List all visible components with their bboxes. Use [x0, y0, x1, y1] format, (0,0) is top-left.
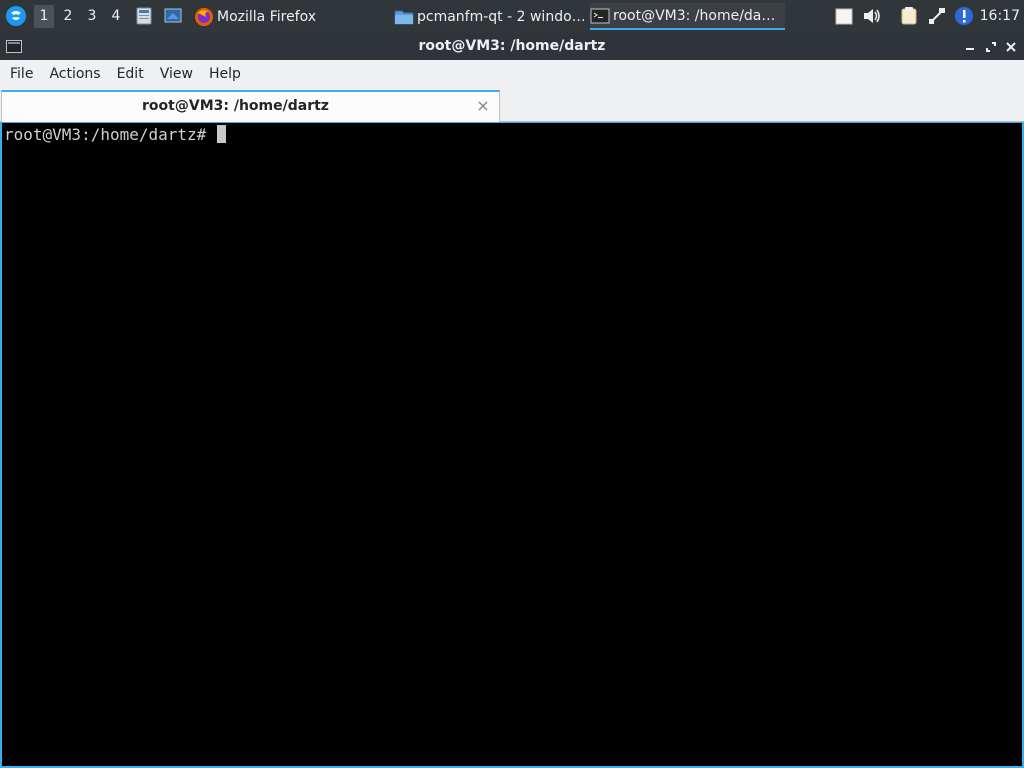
- minimize-icon[interactable]: [962, 39, 978, 55]
- close-icon[interactable]: [1003, 39, 1019, 55]
- desktop-1-button[interactable]: 1: [34, 5, 54, 28]
- task-pcmanfm[interactable]: pcmanfm-qt - 2 windo…: [394, 3, 586, 30]
- terminal-prompt: root@VM3:/home/dartz#: [4, 125, 216, 144]
- tab-label: root@VM3: /home/dartz: [142, 98, 329, 114]
- terminal-tab[interactable]: root@VM3: /home/dartz: [1, 90, 500, 122]
- menu-edit[interactable]: Edit: [109, 60, 152, 89]
- info-notification-icon[interactable]: [954, 6, 974, 26]
- desktop-4-button[interactable]: 4: [106, 5, 126, 28]
- terminal-icon: [590, 8, 610, 23]
- desktop-3-button[interactable]: 3: [82, 5, 102, 28]
- terminal-cursor: [216, 125, 226, 143]
- window-titlebar[interactable]: root@VM3: /home/dartz: [0, 33, 1024, 60]
- network-icon[interactable]: [927, 6, 947, 26]
- task-label: Mozilla Firefox: [217, 8, 317, 25]
- menu-help[interactable]: Help: [201, 60, 249, 89]
- file-manager-launcher-icon[interactable]: [135, 7, 153, 25]
- show-desktop-icon[interactable]: [164, 7, 182, 25]
- task-label: root@VM3: /home/da…: [613, 7, 776, 24]
- desktop-2-button[interactable]: 2: [58, 5, 78, 28]
- task-firefox[interactable]: Mozilla Firefox: [194, 3, 374, 30]
- folder-icon: [394, 10, 414, 24]
- terminal-area[interactable]: root@VM3:/home/dartz#: [0, 122, 1024, 768]
- tab-bar: root@VM3: /home/dartz: [0, 89, 1024, 122]
- maximize-icon[interactable]: [983, 39, 999, 55]
- menu-actions[interactable]: Actions: [41, 60, 108, 89]
- terminal-prompt-line: root@VM3:/home/dartz#: [4, 125, 226, 145]
- taskbar: 1 2 3 4 Mozilla Firefox pcmanfm-qt - 2 w…: [0, 0, 1024, 33]
- tab-close-icon[interactable]: [476, 99, 490, 113]
- menu-bar: File Actions Edit View Help: [0, 60, 1024, 89]
- firefox-icon: [195, 7, 213, 26]
- start-menu-icon[interactable]: [5, 5, 27, 27]
- menu-view[interactable]: View: [152, 60, 201, 89]
- window-title: root@VM3: /home/dartz: [418, 38, 606, 54]
- clipboard-tray-icon[interactable]: [834, 6, 854, 26]
- notes-tray-icon[interactable]: [899, 6, 919, 26]
- task-label: pcmanfm-qt - 2 windo…: [417, 8, 586, 25]
- clock[interactable]: 16:17: [980, 0, 1020, 33]
- task-terminal[interactable]: root@VM3: /home/da…: [590, 3, 785, 30]
- volume-icon[interactable]: [862, 6, 882, 26]
- menu-file[interactable]: File: [2, 60, 41, 89]
